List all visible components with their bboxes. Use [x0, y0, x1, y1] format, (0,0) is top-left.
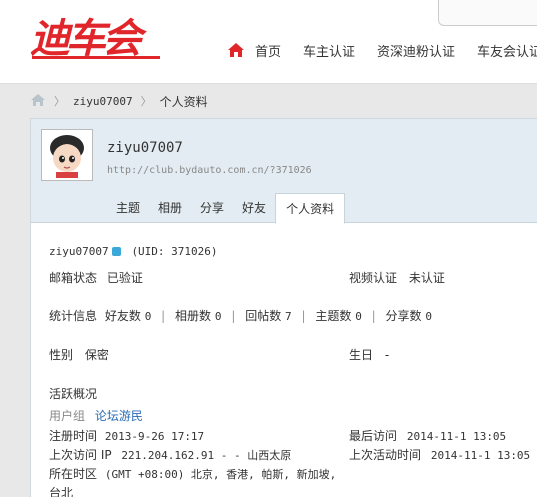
- stat-value: 0: [355, 310, 362, 323]
- main-nav: 首页 车主认证 资深迪粉认证 车友会认证: [227, 40, 537, 60]
- timezone-value-cont: 台北: [49, 486, 74, 497]
- profile-url[interactable]: http://club.bydauto.com.cn/?371026: [107, 165, 312, 176]
- search-box[interactable]: [438, 0, 537, 26]
- stat-value: 0: [144, 310, 152, 323]
- birthday-label: 生日: [349, 348, 374, 362]
- tab-friends[interactable]: 好友: [233, 193, 275, 223]
- home-icon[interactable]: [30, 93, 46, 110]
- birthday-row: 生日 -: [349, 346, 389, 363]
- usergroup-row: 用户组 论坛游民: [49, 407, 143, 424]
- stats-row: 统计信息 好友数 0 | 相册数 0 | 回帖数 7 | 主题数 0 | 分享数…: [49, 307, 432, 324]
- stat-friends[interactable]: 好友数 0: [105, 309, 151, 323]
- video-cert-row: 视频认证 未认证: [349, 269, 445, 286]
- last-visit-label: 最后访问: [349, 429, 398, 443]
- stat-value: 0: [214, 310, 222, 323]
- profile-header: ziyu07007 http://club.bydauto.com.cn/?37…: [31, 119, 537, 224]
- breadcrumb: 〉 ziyu07007 〉 个人资料: [30, 92, 208, 110]
- stats-label: 统计信息: [49, 309, 98, 323]
- last-visit-row: 最后访问 2014-11-1 13:05: [349, 427, 506, 444]
- stat-value: 7: [285, 310, 292, 323]
- profile-username: ziyu07007: [107, 140, 183, 156]
- stat-albums[interactable]: 相册数 0: [175, 309, 221, 323]
- chevron-right-icon: 〉: [140, 95, 152, 108]
- tab-topics[interactable]: 主题: [107, 193, 149, 223]
- register-time-label: 注册时间: [49, 429, 98, 443]
- email-status-label: 邮箱状态: [49, 271, 98, 285]
- video-cert-label: 视频认证: [349, 271, 398, 285]
- usergroup-link[interactable]: 论坛游民: [95, 409, 143, 423]
- last-visit-value: 2014-11-1 13:05: [406, 430, 507, 443]
- gender-label: 性别: [49, 348, 74, 362]
- tab-albums[interactable]: 相册: [149, 193, 191, 223]
- divider: |: [231, 309, 236, 323]
- stat-shares[interactable]: 分享数 0: [386, 309, 432, 323]
- email-status-row: 邮箱状态 已验证: [49, 269, 143, 286]
- avatar[interactable]: [41, 129, 93, 181]
- divider: |: [371, 309, 376, 323]
- nav-owner-cert[interactable]: 车主认证: [303, 41, 355, 60]
- activity-title: 活跃概况: [49, 387, 98, 401]
- profile-panel: ziyu07007 http://club.bydauto.com.cn/?37…: [30, 118, 537, 497]
- stat-label: 相册数: [175, 309, 212, 323]
- user-line: ziyu07007 (UID: 371026): [49, 244, 218, 258]
- timezone-label: 所在时区: [49, 467, 98, 481]
- birthday-value: -: [384, 348, 390, 362]
- gender-row: 性别 保密: [49, 346, 109, 363]
- nav-home[interactable]: 首页: [255, 41, 281, 60]
- stat-topics[interactable]: 主题数 0: [315, 309, 361, 323]
- info-username: ziyu07007: [49, 245, 109, 258]
- breadcrumb-page: 个人资料: [159, 94, 208, 109]
- email-status-value: 已验证: [106, 271, 143, 285]
- register-time-value: 2013-9-26 17:17: [104, 430, 205, 443]
- last-ip-label: 上次访问 IP: [49, 448, 112, 462]
- register-time-row: 注册时间 2013-9-26 17:17: [49, 427, 204, 444]
- stat-value: 0: [425, 310, 432, 323]
- online-status-icon: [111, 247, 121, 256]
- last-active-value: 2014-11-1 13:05: [430, 449, 531, 462]
- last-ip-value: 221.204.162.91 - - 山西太原: [121, 449, 292, 462]
- logo-underline: [32, 56, 160, 59]
- usergroup-label: 用户组: [49, 409, 86, 423]
- stat-label: 回帖数: [245, 309, 282, 323]
- last-active-label: 上次活动时间: [349, 448, 422, 462]
- tab-shares[interactable]: 分享: [191, 193, 233, 223]
- site-header: 迪车会 首页 车主认证 资深迪粉认证 车友会认证: [0, 0, 537, 84]
- nav-senior-fan-cert[interactable]: 资深迪粉认证: [377, 41, 455, 60]
- stat-label: 分享数: [385, 309, 422, 323]
- profile-tabs: 主题 相册 分享 好友 个人资料: [107, 193, 346, 224]
- stat-replies[interactable]: 回帖数 7: [245, 309, 291, 323]
- last-ip-row: 上次访问 IP 221.204.162.91 - - 山西太原: [49, 446, 291, 463]
- divider: |: [161, 309, 166, 323]
- stat-label: 好友数: [104, 309, 141, 323]
- uid: (UID: 371026): [131, 245, 218, 258]
- breadcrumb-user[interactable]: ziyu07007: [73, 95, 133, 108]
- timezone-value: (GMT +08:00) 北京, 香港, 帕斯, 新加坡,: [104, 468, 337, 481]
- home-icon[interactable]: [227, 41, 245, 59]
- chevron-right-icon: 〉: [54, 95, 65, 108]
- timezone-row: 所在时区 (GMT +08:00) 北京, 香港, 帕斯, 新加坡,: [49, 465, 336, 482]
- divider: |: [301, 309, 306, 323]
- video-cert-value: 未认证: [408, 271, 445, 285]
- tab-profile[interactable]: 个人资料: [275, 193, 346, 224]
- nav-club-cert[interactable]: 车友会认证: [477, 41, 537, 60]
- last-active-row: 上次活动时间 2014-11-1 13:05: [349, 446, 530, 463]
- stat-label: 主题数: [315, 309, 352, 323]
- watermark: 汽车之家: [491, 483, 531, 494]
- gender-value: 保密: [84, 348, 109, 362]
